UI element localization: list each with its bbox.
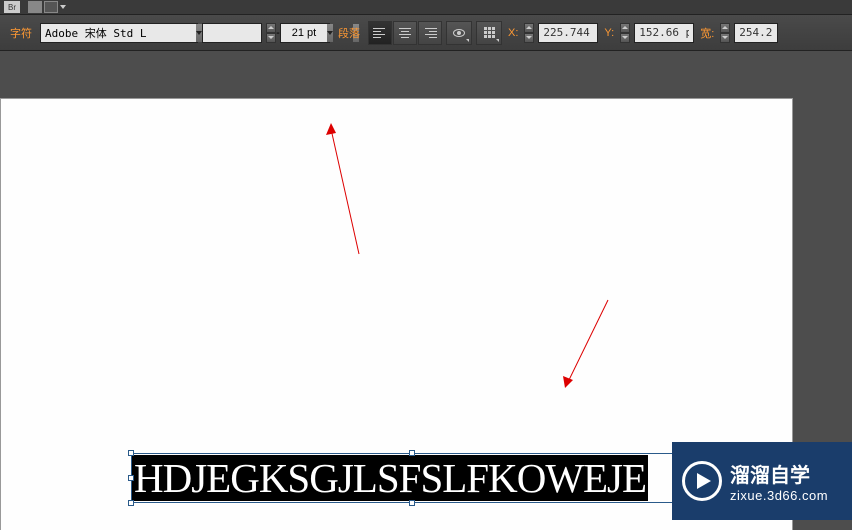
text-frame[interactable]: HDJEGKSGJLSFSLFKOWEJE [131,453,693,503]
font-style-select[interactable] [202,23,262,43]
y-spinner[interactable] [620,23,630,43]
align-right-button[interactable] [418,21,442,45]
bridge-icon[interactable]: Br [4,1,20,13]
annotation-arrow-2 [556,294,616,394]
x-coord-input[interactable] [538,23,598,43]
y-up-icon[interactable] [620,23,630,33]
watermark-title: 溜溜自学 [730,459,828,488]
align-center-button[interactable] [393,21,417,45]
w-label: 宽: [698,25,716,41]
size-dropdown-icon[interactable] [327,24,333,42]
w-coord-input[interactable] [734,23,778,43]
font-family-input[interactable] [41,26,196,39]
size-up-icon[interactable] [266,23,276,33]
view-mode-1[interactable] [28,1,42,13]
w-down-icon[interactable] [720,33,730,43]
y-down-icon[interactable] [620,33,630,43]
w-up-icon[interactable] [720,23,730,33]
character-label[interactable]: 字符 [6,25,36,41]
handle-top-middle[interactable] [409,450,415,456]
canvas-area: HDJEGKSGJLSFSLFKOWEJE 溜溜自学 zixue.3d66.co… [0,51,852,530]
grid-icon [484,27,495,38]
font-size-input[interactable] [281,27,327,39]
handle-middle-left[interactable] [128,475,134,481]
paragraph-label[interactable]: 段落 [334,25,364,41]
x-down-icon[interactable] [524,33,534,43]
list-options-button[interactable] [446,21,472,45]
watermark: 溜溜自学 zixue.3d66.com [672,442,852,520]
app-menu-bar: Br [0,0,852,15]
play-icon [682,461,722,501]
x-up-icon[interactable] [524,23,534,33]
x-label: X: [506,27,520,39]
x-spinner[interactable] [524,23,534,43]
selected-text[interactable]: HDJEGKSGJLSFSLFKOWEJE [132,455,648,501]
handle-bottom-middle[interactable] [409,500,415,506]
handle-top-left[interactable] [128,450,134,456]
align-left-button[interactable] [368,21,392,45]
view-mode-group [28,1,58,13]
annotation-arrow-1 [321,119,371,259]
size-down-icon[interactable] [266,33,276,43]
font-family-select[interactable] [40,23,198,43]
text-options-bar: 字符 段落 [0,15,852,51]
w-spinner[interactable] [720,23,730,43]
view-dropdown-icon[interactable] [60,5,66,9]
y-coord-input[interactable] [634,23,694,43]
list-icon [453,29,465,37]
align-group [368,21,442,45]
handle-bottom-left[interactable] [128,500,134,506]
y-label: Y: [602,27,616,39]
watermark-url: zixue.3d66.com [730,488,828,503]
font-size-spinner[interactable] [266,23,276,43]
view-mode-2[interactable] [44,1,58,13]
grid-align-button[interactable] [476,21,502,45]
font-size-select[interactable] [280,23,330,43]
